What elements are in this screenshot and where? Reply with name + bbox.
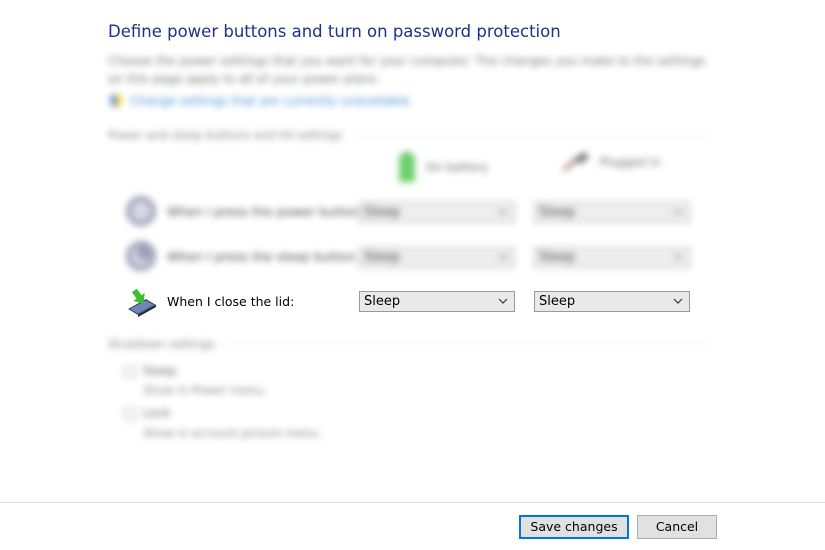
power-button-battery-select[interactable]: Sleep	[359, 202, 515, 223]
lock-checkbox-label: Lock	[143, 406, 171, 420]
on-battery-label: On battery	[426, 160, 488, 174]
chevron-down-icon	[673, 254, 683, 260]
page-title: Define power buttons and turn on passwor…	[108, 22, 561, 41]
shutdown-section-header: Shutdown settings	[108, 337, 713, 351]
power-button-plugged-select[interactable]: Sleep	[534, 202, 690, 223]
power-button-icon	[126, 196, 156, 226]
battery-icon	[399, 152, 415, 182]
sleep-button-plugged-select[interactable]: Sleep	[534, 247, 690, 268]
save-changes-button[interactable]: Save changes	[519, 515, 629, 539]
plugged-in-label: Plugged in	[600, 155, 661, 169]
close-lid-label: When I close the lid:	[167, 294, 295, 309]
change-unavailable-settings-label: Change settings that are currently unava…	[130, 94, 410, 108]
chevron-down-icon	[498, 209, 508, 215]
laptop-lid-icon	[128, 288, 156, 317]
power-button-battery-value: Sleep	[364, 205, 401, 220]
sleep-checkbox[interactable]	[124, 366, 136, 378]
shutdown-section-title: Shutdown settings	[108, 337, 215, 351]
chevron-down-icon	[498, 254, 508, 260]
shield-icon	[110, 94, 122, 108]
power-button-label: When I press the power button:	[167, 204, 365, 219]
close-lid-plugged-value: Sleep	[539, 294, 576, 309]
on-battery-column-header: On battery	[398, 152, 488, 182]
lock-checkbox[interactable]	[124, 408, 136, 420]
sleep-button-plugged-value: Sleep	[539, 250, 576, 265]
power-buttons-section-header: Power and sleep buttons and lid settings	[108, 128, 713, 142]
page-description: Choose the power settings that you want …	[108, 54, 706, 86]
close-lid-battery-select[interactable]: Sleep	[359, 291, 515, 312]
change-unavailable-settings-link[interactable]: Change settings that are currently unava…	[108, 93, 410, 109]
sleep-button-battery-value: Sleep	[364, 250, 401, 265]
chevron-down-icon	[673, 298, 683, 304]
sleep-checkbox-desc: Show in Power menu.	[143, 383, 267, 397]
power-plug-icon	[563, 152, 589, 172]
power-buttons-section-title: Power and sleep buttons and lid settings	[108, 128, 343, 142]
footer-divider	[0, 502, 825, 503]
cancel-button[interactable]: Cancel	[637, 515, 717, 539]
sleep-button-label: When I press the sleep button:	[167, 249, 360, 264]
sleep-button-icon	[126, 241, 156, 271]
close-lid-plugged-select[interactable]: Sleep	[534, 291, 690, 312]
sleep-checkbox-label: Sleep	[143, 364, 177, 378]
plugged-in-column-header: Plugged in	[562, 152, 661, 172]
chevron-down-icon	[498, 298, 508, 304]
chevron-down-icon	[673, 209, 683, 215]
sleep-button-battery-select[interactable]: Sleep	[359, 247, 515, 268]
lock-checkbox-desc: Show in account picture menu.	[143, 426, 322, 440]
power-button-plugged-value: Sleep	[539, 205, 576, 220]
close-lid-battery-value: Sleep	[364, 294, 401, 309]
